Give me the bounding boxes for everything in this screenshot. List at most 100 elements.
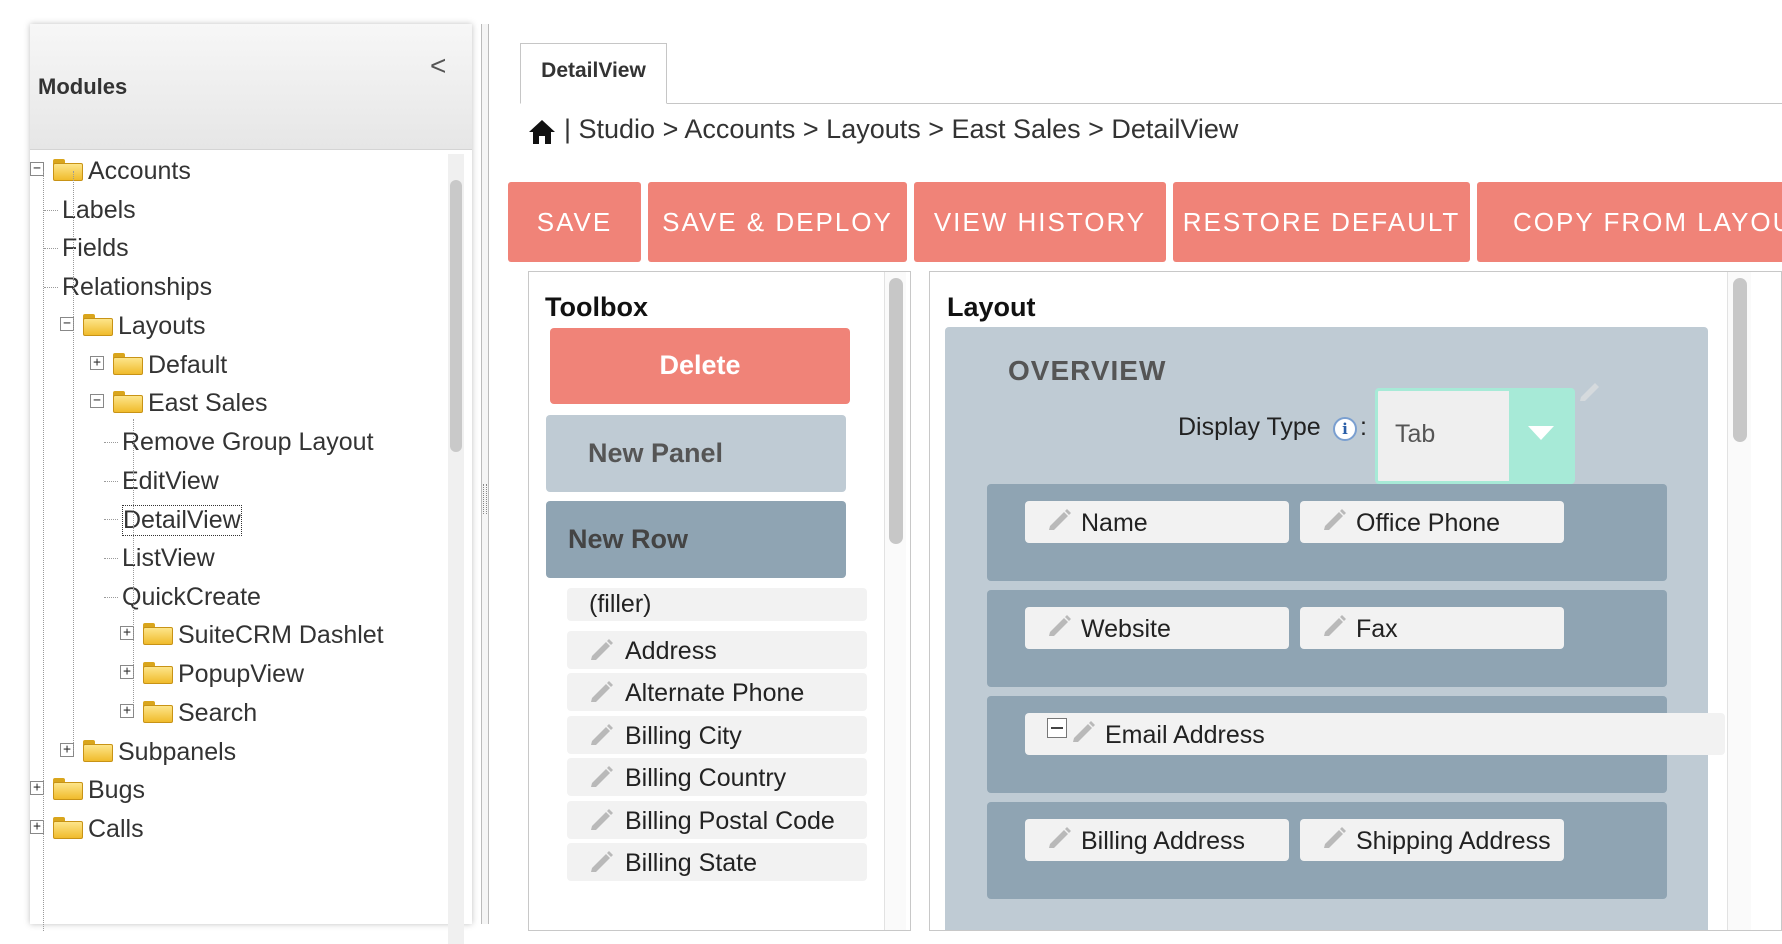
tree-node[interactable]: + SuiteCRM Dashlet (30, 617, 440, 653)
tab-detailview[interactable]: DetailView (520, 43, 667, 104)
folder-icon (113, 352, 143, 375)
toolbox-field-label: Alternate Phone (625, 679, 805, 707)
tree-scrollbar-thumb[interactable] (450, 180, 462, 452)
toolbox-field[interactable]: Billing State (567, 843, 867, 881)
tree-node-label: PopupView (178, 660, 305, 689)
toolbox-field[interactable]: Billing Country (567, 758, 867, 796)
tree-node[interactable]: + Default (30, 347, 440, 383)
panel-label[interactable]: OVERVIEW (1008, 355, 1166, 387)
toolbox-field-label: Address (625, 636, 717, 665)
pencil-icon[interactable] (1045, 610, 1073, 638)
collapse-field-icon[interactable] (1047, 718, 1067, 738)
pencil-icon[interactable] (587, 761, 615, 789)
tree-node[interactable]: − Layouts (30, 308, 440, 344)
tree-connector (104, 441, 118, 443)
toolbox-scrollbar-thumb[interactable] (889, 278, 903, 544)
pencil-icon[interactable] (587, 634, 615, 662)
new-panel-item[interactable]: New Panel (546, 415, 846, 492)
tree-node[interactable]: + PopupView (30, 656, 440, 692)
collapse-panel-button[interactable]: < (430, 50, 446, 82)
layout-row[interactable]: Website Fax (987, 590, 1667, 687)
layout-field[interactable]: Fax (1300, 607, 1564, 649)
toolbox-field[interactable]: Billing City (567, 715, 867, 754)
layout-field[interactable]: Shipping Address (1300, 819, 1564, 861)
layout-row[interactable]: Email Address (987, 696, 1725, 793)
tree-node[interactable]: Relationships (30, 269, 440, 305)
layout-title: Layout (947, 292, 1036, 322)
layout-row[interactable]: Name Office Phone (987, 484, 1667, 581)
splitter-grip[interactable] (483, 484, 487, 514)
chevron-down-icon (1528, 426, 1554, 440)
module-tree: − Accounts Labels Fields Relationships − Layou… (30, 151, 440, 941)
panel-splitter[interactable] (481, 24, 489, 924)
pencil-icon[interactable] (1320, 504, 1348, 532)
new-row-item[interactable]: New Row (546, 501, 846, 578)
tree-toggle-plus-icon[interactable]: + (120, 703, 134, 718)
tree-toggle-minus-icon[interactable]: − (30, 162, 44, 176)
layout-scrollbar-thumb[interactable] (1733, 278, 1747, 442)
tree-node[interactable]: Fields (30, 230, 440, 266)
tree-node-label: Default (148, 350, 228, 379)
tree-node[interactable]: ListView (30, 540, 440, 576)
edit-panel-pencil-icon[interactable] (1577, 377, 1603, 401)
save-button[interactable]: SAVE (508, 182, 641, 262)
save-deploy-button[interactable]: SAVE & DEPLOY (648, 182, 907, 262)
pencil-icon[interactable] (587, 676, 615, 704)
tab-strip-line (520, 103, 1782, 104)
tree-node[interactable]: + Search (30, 695, 440, 731)
pencil-icon[interactable] (1045, 504, 1073, 532)
tree-node[interactable]: − East Sales (30, 385, 440, 421)
pencil-icon[interactable] (587, 846, 615, 874)
folder-icon (83, 739, 113, 762)
tree-node[interactable]: Remove Group Layout (30, 424, 440, 460)
copy-from-layout-button[interactable]: COPY FROM LAYOUT (1477, 182, 1782, 262)
tree-toggle-minus-icon[interactable]: − (60, 316, 74, 331)
pencil-icon[interactable] (587, 719, 615, 747)
pencil-icon[interactable] (1045, 822, 1073, 850)
layout-scrollbar[interactable] (1727, 272, 1751, 930)
layout-row[interactable]: Billing Address Shipping Address (987, 802, 1667, 899)
tree-node[interactable]: Labels (30, 192, 440, 228)
pencil-icon[interactable] (1320, 822, 1348, 850)
info-icon[interactable]: i (1333, 417, 1357, 441)
tree-toggle-plus-icon[interactable]: + (30, 819, 44, 834)
dropdown-arrow[interactable] (1509, 391, 1572, 481)
tree-line (133, 419, 134, 709)
display-type-select[interactable]: Tab (1375, 388, 1575, 484)
tree-scrollbar[interactable] (448, 154, 464, 944)
pencil-icon[interactable] (587, 804, 615, 832)
tree-toggle-plus-icon[interactable]: + (120, 626, 134, 641)
tree-node[interactable]: + Bugs (30, 772, 440, 808)
tree-toggle-plus-icon[interactable]: + (30, 781, 44, 796)
tree-node[interactable]: + Calls (30, 811, 440, 847)
pencil-icon[interactable] (1320, 610, 1348, 638)
toolbox-scrollbar[interactable] (884, 272, 906, 930)
tree-node[interactable]: − Accounts (30, 153, 440, 189)
tree-toggle-plus-icon[interactable]: + (120, 665, 134, 680)
layout-field[interactable]: Billing Address (1025, 819, 1289, 861)
overview-panel[interactable]: OVERVIEW Display Type i : Tab Name Office… (945, 327, 1725, 930)
layout-field[interactable]: Office Phone (1300, 501, 1564, 543)
layout-field[interactable]: Website (1025, 607, 1289, 649)
tree-toggle-plus-icon[interactable]: + (60, 742, 74, 757)
restore-default-button[interactable]: RESTORE DEFAULT (1173, 182, 1470, 262)
tree-toggle-plus-icon[interactable]: + (90, 355, 104, 370)
display-type-label: Display Type (1178, 413, 1321, 441)
home-icon[interactable] (528, 119, 556, 145)
tree-node[interactable]: QuickCreate (30, 579, 440, 615)
layout-field[interactable]: Name (1025, 501, 1289, 543)
breadcrumb-path[interactable]: | Studio > Accounts > Layouts > East Sal… (564, 114, 1238, 145)
tree-node-label: DetailView (122, 505, 242, 537)
tree-node[interactable]: EditView (30, 463, 440, 499)
tree-node[interactable]: DetailView (30, 501, 440, 537)
toolbox-field[interactable]: Billing Postal Code (567, 800, 867, 839)
view-history-button[interactable]: VIEW HISTORY (914, 182, 1166, 262)
tree-node[interactable]: + Subpanels (30, 734, 440, 770)
layout-field[interactable]: Email Address (1025, 713, 1725, 755)
toolbox-field[interactable]: Address (567, 630, 867, 669)
toolbox-field[interactable]: (filler) (567, 588, 867, 621)
pencil-icon[interactable] (1069, 716, 1097, 744)
toolbox-field[interactable]: Alternate Phone (567, 673, 867, 711)
tree-toggle-minus-icon[interactable]: − (90, 394, 104, 409)
delete-drop-target[interactable]: Delete (550, 328, 850, 404)
